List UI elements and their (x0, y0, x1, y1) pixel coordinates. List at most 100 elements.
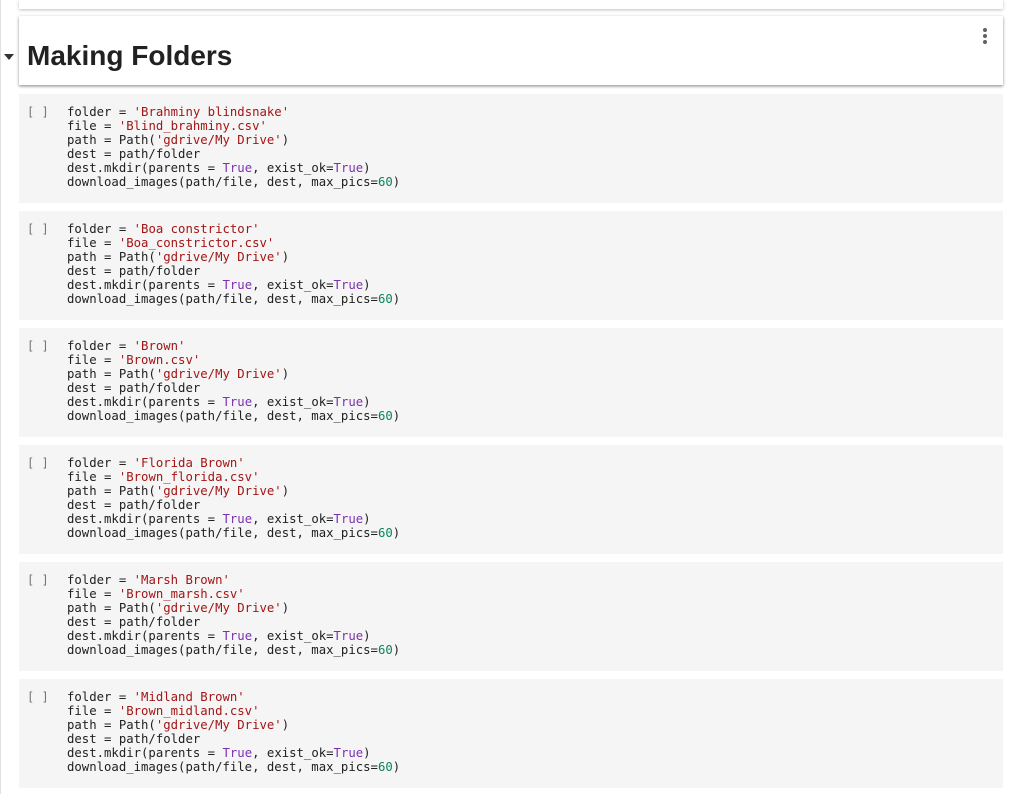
code-token: folder = (67, 339, 134, 353)
code-token: , exist_ok= (252, 278, 334, 292)
file-string: 'Brown_midland.csv' (118, 704, 260, 718)
section-header-cell[interactable]: Making Folders (19, 16, 1003, 85)
code-cell[interactable]: [ ] folder = 'Brown' file = 'Brown.csv' p… (19, 328, 1003, 437)
keyword-token: True (333, 278, 364, 292)
code-token: file = (67, 587, 119, 601)
notebook-page: Making Folders [ ] folder = 'Brahminy bli… (0, 0, 1023, 794)
code-cell[interactable]: [ ] folder = 'Marsh Brown' file = 'Brown_… (19, 562, 1003, 671)
keyword-token: True (333, 746, 364, 760)
file-string: 'Blind_brahminy.csv' (118, 119, 267, 133)
path-string: 'gdrive/My Drive' (155, 484, 282, 498)
number-token: 60 (377, 526, 393, 540)
section-title: Making Folders (27, 40, 233, 71)
code-token: ) (281, 484, 290, 498)
code-editor[interactable]: folder = 'Boa constrictor' file = 'Boa_c… (67, 222, 400, 306)
code-token: file = (67, 119, 119, 133)
keyword-token: True (222, 395, 253, 409)
keyword-token: True (333, 629, 364, 643)
path-string: 'gdrive/My Drive' (155, 367, 282, 381)
file-string: 'Brown.csv' (118, 353, 201, 367)
code-line: dest = path/folder (67, 381, 201, 395)
folder-string: 'Florida Brown' (133, 456, 245, 470)
code-editor[interactable]: folder = 'Marsh Brown' file = 'Brown_mar… (67, 573, 400, 657)
code-editor[interactable]: folder = 'Florida Brown' file = 'Brown_f… (67, 456, 400, 540)
code-token: ) (392, 643, 401, 657)
folder-string: 'Brown' (133, 339, 186, 353)
code-token: ) (363, 512, 371, 526)
code-token: download_images(path/file, dest, max_pic… (67, 760, 378, 774)
kebab-dot (983, 40, 987, 44)
code-editor[interactable]: folder = 'Brown' file = 'Brown.csv' path… (67, 339, 400, 423)
code-token: folder = (67, 573, 134, 587)
code-token: ) (363, 629, 371, 643)
code-token: ) (281, 718, 290, 732)
code-token: path = Path( (67, 718, 156, 732)
code-token: file = (67, 236, 119, 250)
keyword-token: True (222, 512, 253, 526)
code-token: path = Path( (67, 367, 156, 381)
code-token: ) (281, 601, 290, 615)
code-token: dest.mkdir(parents = (67, 512, 223, 526)
run-cell-button[interactable]: [ ] (27, 105, 49, 119)
run-cell-button[interactable]: [ ] (27, 222, 49, 236)
folder-string: 'Boa constrictor' (133, 222, 260, 236)
code-token: folder = (67, 456, 134, 470)
previous-cell-stub[interactable] (19, 0, 1003, 9)
code-token: ) (363, 278, 371, 292)
keyword-token: True (333, 161, 364, 175)
keyword-token: True (333, 395, 364, 409)
code-editor[interactable]: folder = 'Midland Brown' file = 'Brown_m… (67, 690, 400, 774)
code-token: ) (363, 161, 371, 175)
code-token: dest.mkdir(parents = (67, 395, 223, 409)
folder-string: 'Marsh Brown' (133, 573, 230, 587)
folder-string: 'Midland Brown' (133, 690, 245, 704)
run-cell-button[interactable]: [ ] (27, 339, 49, 353)
code-token: folder = (67, 222, 134, 236)
code-cell[interactable]: [ ] folder = 'Boa constrictor' file = 'Bo… (19, 211, 1003, 320)
path-string: 'gdrive/My Drive' (155, 250, 282, 264)
code-token: download_images(path/file, dest, max_pic… (67, 643, 378, 657)
caret-down-icon[interactable] (4, 54, 14, 60)
keyword-token: True (222, 278, 253, 292)
code-token: ) (363, 746, 371, 760)
more-vert-icon[interactable] (977, 26, 993, 46)
code-cell[interactable]: [ ] folder = 'Brahminy blindsnake' file =… (19, 94, 1003, 203)
code-token: ) (392, 292, 401, 306)
kebab-dot (983, 28, 987, 32)
number-token: 60 (377, 292, 393, 306)
code-line: dest = path/folder (67, 732, 201, 746)
run-cell-button[interactable]: [ ] (27, 573, 49, 587)
code-token: ) (392, 526, 401, 540)
code-token: , exist_ok= (252, 746, 334, 760)
code-token: dest.mkdir(parents = (67, 746, 223, 760)
code-token: dest.mkdir(parents = (67, 278, 223, 292)
file-string: 'Brown_marsh.csv' (118, 587, 245, 601)
code-editor[interactable]: folder = 'Brahminy blindsnake' file = 'B… (67, 105, 400, 189)
code-line: dest = path/folder (67, 264, 201, 278)
code-token: , exist_ok= (252, 629, 334, 643)
keyword-token: True (222, 161, 253, 175)
folder-string: 'Brahminy blindsnake' (133, 105, 290, 119)
code-token: , exist_ok= (252, 512, 334, 526)
code-token: folder = (67, 105, 134, 119)
code-line: dest = path/folder (67, 615, 201, 629)
code-token: ) (281, 250, 290, 264)
code-token: , exist_ok= (252, 395, 334, 409)
code-token: path = Path( (67, 484, 156, 498)
keyword-token: True (333, 512, 364, 526)
path-string: 'gdrive/My Drive' (155, 718, 282, 732)
code-line: dest = path/folder (67, 498, 201, 512)
code-line: dest = path/folder (67, 147, 201, 161)
code-cell[interactable]: [ ] folder = 'Florida Brown' file = 'Brow… (19, 445, 1003, 554)
run-cell-button[interactable]: [ ] (27, 690, 49, 704)
code-token: download_images(path/file, dest, max_pic… (67, 175, 378, 189)
code-token: ) (392, 409, 401, 423)
code-cells-list: [ ] folder = 'Brahminy blindsnake' file =… (19, 94, 1003, 794)
code-cell[interactable]: [ ] folder = 'Midland Brown' file = 'Brow… (19, 679, 1003, 788)
keyword-token: True (222, 629, 253, 643)
code-token: path = Path( (67, 250, 156, 264)
code-token: file = (67, 470, 119, 484)
run-cell-button[interactable]: [ ] (27, 456, 49, 470)
code-token: , exist_ok= (252, 161, 334, 175)
keyword-token: True (222, 746, 253, 760)
